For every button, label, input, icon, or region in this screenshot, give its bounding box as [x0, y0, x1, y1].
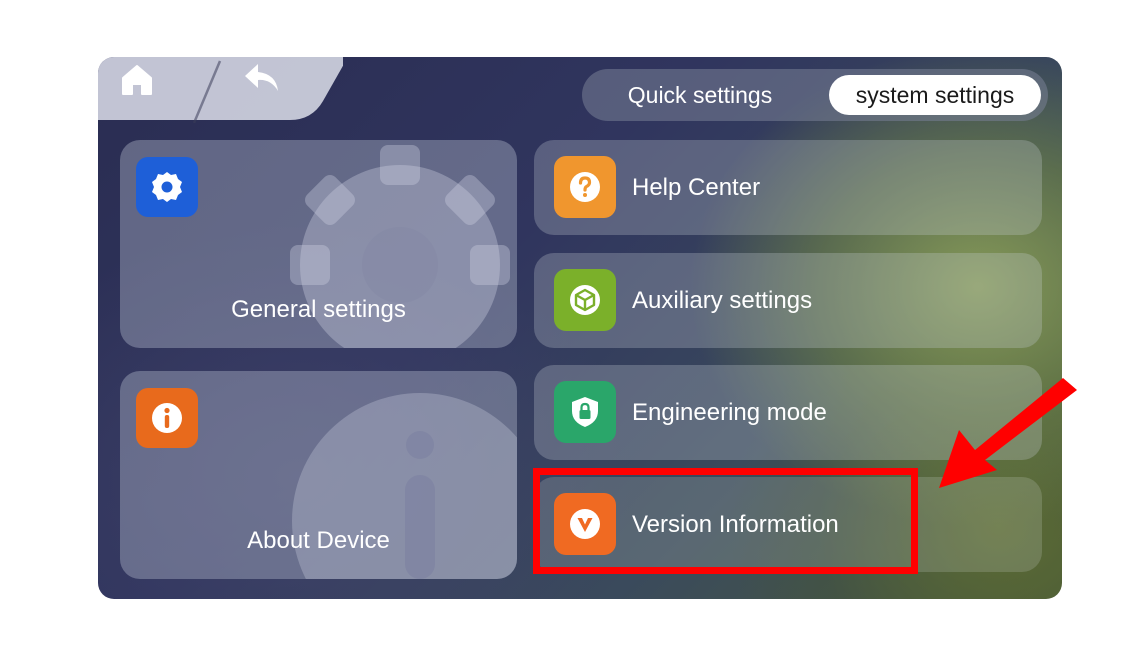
cube-icon	[570, 285, 600, 315]
version-information-label: Version Information	[632, 511, 839, 538]
about-device-icon-tile	[136, 388, 198, 448]
question-icon	[570, 172, 600, 202]
about-device-label: About Device	[247, 527, 390, 554]
version-v-icon	[570, 509, 600, 539]
top-nav	[98, 57, 343, 123]
back-arrow-icon	[245, 64, 278, 91]
version-information-icon-tile	[554, 493, 616, 555]
auxiliary-settings-label: Auxiliary settings	[632, 287, 813, 314]
settings-screen: Quick settings system settings General s…	[98, 57, 1062, 599]
engineering-mode-item[interactable]: Engineering mode	[534, 365, 1042, 460]
version-information-item[interactable]: Version Information	[534, 477, 1042, 572]
shield-lock-icon	[572, 397, 598, 427]
general-settings-label: General settings	[231, 296, 406, 323]
help-center-icon-tile	[554, 156, 616, 218]
back-button[interactable]	[242, 61, 302, 113]
auxiliary-settings-item[interactable]: Auxiliary settings	[534, 253, 1042, 348]
tab-quick-settings[interactable]: Quick settings	[600, 75, 800, 115]
info-icon	[152, 403, 182, 433]
general-settings-icon-tile	[136, 157, 198, 217]
help-center-label: Help Center	[632, 174, 761, 201]
engineering-mode-icon-tile	[554, 381, 616, 443]
home-button[interactable]	[120, 63, 180, 115]
general-settings-card[interactable]: General settings	[120, 140, 517, 348]
tab-system-settings[interactable]: system settings	[829, 75, 1041, 115]
help-center-item[interactable]: Help Center	[534, 140, 1042, 235]
settings-tab-switch: Quick settings system settings	[582, 69, 1048, 121]
engineering-mode-label: Engineering mode	[632, 399, 827, 426]
home-icon	[122, 65, 152, 95]
auxiliary-settings-icon-tile	[554, 269, 616, 331]
about-device-card[interactable]: About Device	[120, 371, 517, 579]
gear-icon	[152, 172, 182, 202]
